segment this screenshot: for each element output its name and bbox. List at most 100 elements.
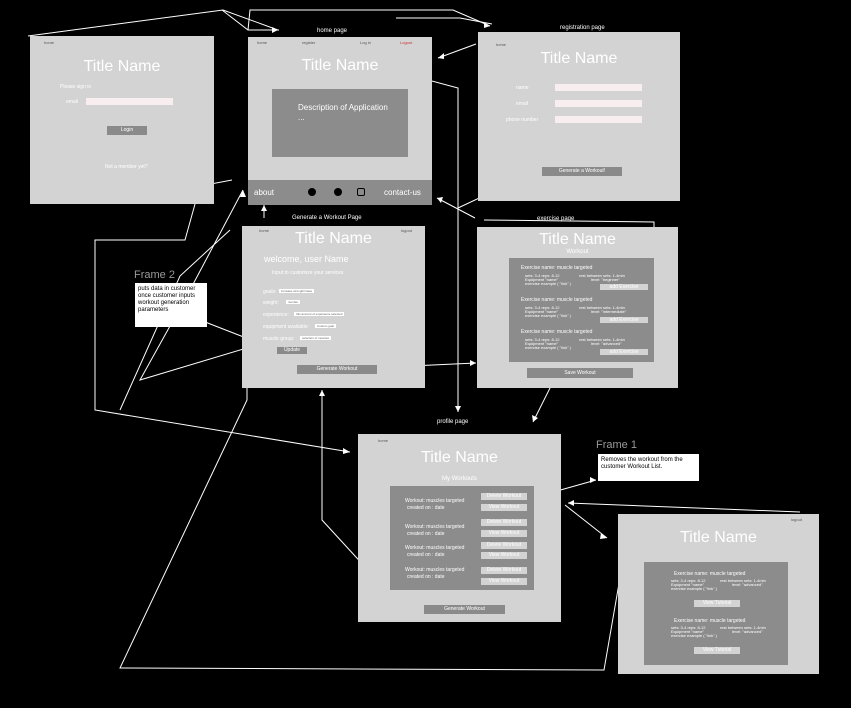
- login-email-field[interactable]: [86, 98, 173, 105]
- reg-name-label: name: [516, 85, 529, 91]
- exercise-card: Exercise name: muscle targeted sets: 3-4…: [521, 297, 651, 323]
- exercise-frame: Title Name Workout Exercise name: muscle…: [477, 227, 678, 388]
- add-exercise-button[interactable]: add Exercise: [600, 317, 648, 323]
- equipment-label: equipment available:: [263, 324, 309, 330]
- label-home-page: home page: [317, 28, 348, 34]
- registration-home-link[interactable]: home: [496, 42, 506, 47]
- workout-date: created on : date: [407, 531, 445, 537]
- exercise-level: level: "beginner": [591, 277, 620, 282]
- generate-workout-button[interactable]: Generate Workout: [297, 365, 377, 374]
- view-workout-button[interactable]: View Workout: [481, 578, 527, 585]
- footer-contact[interactable]: contact-us: [384, 188, 421, 197]
- profile-subtitle: My Workouts: [442, 476, 477, 482]
- facebook-icon[interactable]: [334, 188, 342, 196]
- not-member-link[interactable]: Not a member yet?: [105, 164, 148, 170]
- delete-workout-button[interactable]: Delete Workout: [481, 567, 527, 574]
- exercise-example-link[interactable]: exercise example ( "link" ): [525, 346, 571, 350]
- workout-list-panel: Workout: muscles targeted created on : d…: [390, 486, 534, 590]
- generate-frame: home logout Title Name welcome, user Nam…: [242, 226, 425, 388]
- add-exercise-button[interactable]: add Exercise: [600, 349, 648, 355]
- label-generate-page: Generate a Workout Page: [292, 215, 362, 221]
- exercise-example-link[interactable]: exercise example ( "link" ): [671, 587, 717, 591]
- exercise-level: level: "advanced": [732, 582, 763, 587]
- workout-view-title: Title Name: [680, 529, 757, 546]
- reg-email-field[interactable]: [555, 100, 642, 107]
- home-title: Title Name: [301, 57, 379, 74]
- exercise-card: Exercise name: muscle targeted sets: 3-4…: [521, 329, 651, 355]
- registration-title: Title Name: [540, 50, 618, 67]
- delete-workout-button[interactable]: Delete Workout: [481, 542, 527, 549]
- reg-email-label: email: [516, 101, 528, 107]
- workout-view-logout-link[interactable]: logout: [791, 517, 802, 522]
- generate-subtitle: Input to customize your services: [272, 270, 344, 276]
- home-nav-login[interactable]: Log in: [360, 40, 371, 45]
- workout-view-frame: logout Title Name Exercise name: muscle …: [618, 514, 819, 674]
- muscle-label: muscle group:: [263, 336, 295, 342]
- add-exercise-button[interactable]: add Exercise: [600, 284, 648, 290]
- experience-label: experience:: [263, 312, 289, 318]
- frame2-label: Frame 2: [134, 269, 175, 281]
- exercise-name: Exercise name: muscle targeted: [521, 265, 593, 271]
- home-nav-home[interactable]: home: [257, 40, 267, 45]
- view-workout-button[interactable]: View Workout: [481, 504, 527, 511]
- login-home-link[interactable]: home: [44, 40, 54, 45]
- delete-workout-button[interactable]: Delete Workout: [481, 519, 527, 526]
- workout-date: created on : date: [407, 574, 445, 580]
- profile-home-link[interactable]: home: [378, 438, 388, 443]
- exercise-level: level: "intermediate": [591, 309, 627, 314]
- workout-muscles: Workout: muscles targeted: [405, 567, 465, 573]
- reg-generate-button[interactable]: Generate a Workout!: [542, 167, 622, 176]
- registration-frame: home Title Name name email phone number …: [478, 32, 680, 201]
- view-workout-button[interactable]: View Workout: [481, 552, 527, 559]
- login-prompt: Please sign in: [60, 84, 92, 90]
- workout-muscles: Workout: muscles targeted: [405, 498, 465, 504]
- weight-field[interactable]: number: [286, 300, 301, 304]
- view-tutorial-button[interactable]: View Tutorial: [694, 600, 740, 607]
- instagram-icon[interactable]: [357, 188, 365, 196]
- goals-select[interactable]: increase strength/mass: [279, 289, 315, 293]
- reg-name-field[interactable]: [555, 84, 642, 91]
- label-registration-page: registration page: [560, 25, 605, 31]
- equipment-select[interactable]: Custom goal: [315, 324, 336, 328]
- login-frame: home Title Name Please sign in email Log…: [30, 36, 214, 204]
- view-tutorial-button[interactable]: View Tutorial: [694, 647, 740, 654]
- workout-date: created on : date: [407, 505, 445, 511]
- frame1-label: Frame 1: [596, 439, 637, 451]
- welcome-text: welcome, user Name: [264, 254, 349, 264]
- home-footer: about contact-us: [248, 180, 432, 205]
- login-button[interactable]: Login: [107, 126, 147, 135]
- home-nav-logout[interactable]: Logout: [400, 40, 412, 45]
- exercise-level: level: "advanced": [591, 341, 622, 346]
- exercise-name: Exercise name: muscle targeted: [674, 571, 746, 577]
- footer-about[interactable]: about: [254, 188, 274, 197]
- delete-workout-button[interactable]: Delete Workout: [481, 493, 527, 500]
- reg-phone-field[interactable]: [555, 116, 642, 123]
- exercise-list-panel: Exercise name: muscle targeted sets: 3-4…: [509, 258, 654, 362]
- exercise-example-link[interactable]: exercise example ( "link" ): [525, 282, 571, 286]
- profile-title: Title Name: [421, 449, 498, 466]
- exercise-name: Exercise name: muscle targeted: [521, 297, 593, 303]
- workout-muscles: Workout: muscles targeted: [405, 545, 465, 551]
- update-button[interactable]: Update: [277, 347, 307, 354]
- exercise-name: Exercise name: muscle targeted: [521, 329, 593, 335]
- home-nav-register[interactable]: register: [302, 40, 315, 45]
- exercise-example-link[interactable]: exercise example ( "link" ): [525, 314, 571, 318]
- label-profile-page: profile page: [437, 419, 469, 425]
- exercise-name: Exercise name: muscle targeted: [674, 618, 746, 624]
- exercise-level: level: "advanced": [732, 629, 763, 634]
- exercise-example-link[interactable]: exercise example ( "link" ): [671, 634, 717, 638]
- weight-label: weight:: [263, 300, 279, 306]
- muscle-select[interactable]: selection of muscles: [300, 336, 332, 340]
- exercise-title: Title Name: [539, 231, 616, 248]
- experience-select[interactable]: this amount of experience selected: [294, 312, 345, 316]
- goals-label: goals:: [263, 289, 277, 295]
- twitter-icon[interactable]: [308, 188, 316, 196]
- workout-muscles: Workout: muscles targeted: [405, 524, 465, 530]
- exercise-card: Exercise name: muscle targeted sets: 3-4…: [671, 571, 784, 607]
- view-workout-button[interactable]: View Workout: [481, 530, 527, 537]
- description-text: Description of Application ...: [298, 103, 388, 122]
- save-workout-button[interactable]: Save Workout: [527, 368, 633, 378]
- profile-generate-button[interactable]: Generate Workout: [424, 605, 505, 614]
- description-panel: Description of Application ...: [272, 89, 408, 157]
- login-email-label: email: [66, 99, 78, 105]
